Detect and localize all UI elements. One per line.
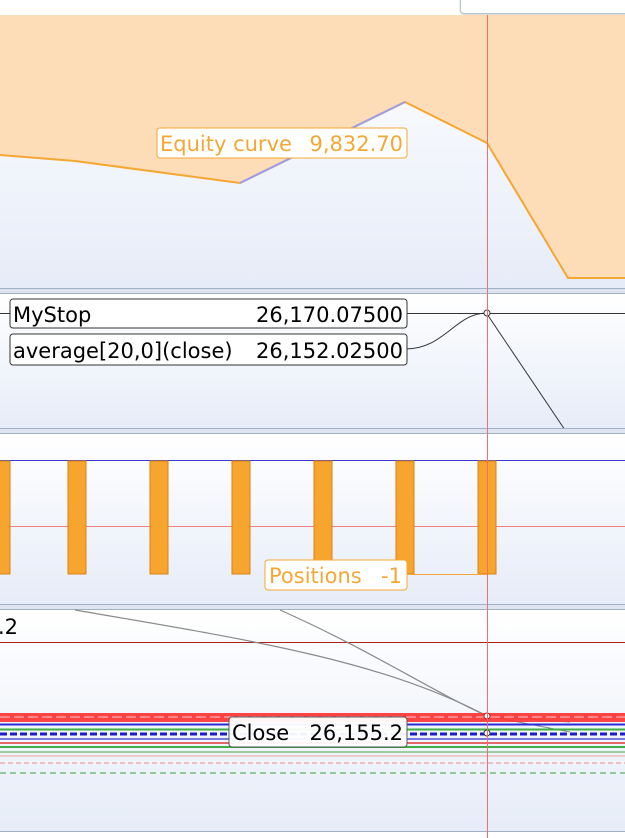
equity-pane: Equity curve 9,832.70 bbox=[0, 15, 625, 288]
close-label-value: 26,155.2 bbox=[309, 721, 403, 745]
close-label-name: Close bbox=[232, 721, 289, 745]
position-bar bbox=[313, 460, 333, 575]
position-bar bbox=[0, 460, 11, 575]
close-label: Close 26,155.2 bbox=[228, 716, 408, 748]
indicator-pane: MyStop 26,170.07500 average[20,0](close)… bbox=[0, 294, 625, 431]
mystop-label-name: MyStop bbox=[13, 303, 91, 327]
price-pane: .2 Close 26,155.2 bbox=[0, 609, 625, 832]
positions-pane: Positions -1 bbox=[0, 434, 625, 604]
positions-label-value: -1 bbox=[381, 564, 402, 588]
position-bar bbox=[67, 460, 87, 575]
mystop-label: MyStop 26,170.07500 bbox=[9, 298, 408, 329]
position-bar bbox=[149, 460, 169, 575]
equity-label-name: Equity curve bbox=[160, 132, 292, 156]
position-bar bbox=[395, 460, 415, 575]
average-label-name: average[20,0](close) bbox=[13, 339, 233, 363]
positions-label: Positions -1 bbox=[264, 559, 408, 591]
average-label-value: 26,152.02500 bbox=[256, 339, 403, 363]
chart-area: Equity curve 9,832.70 MyStop 26,170.0750… bbox=[0, 15, 625, 838]
positions-label-name: Positions bbox=[269, 564, 362, 588]
mystop-label-value: 26,170.07500 bbox=[256, 303, 403, 327]
price-partial-label: .2 bbox=[0, 615, 18, 639]
equity-label-value: 9,832.70 bbox=[309, 132, 403, 156]
position-bar bbox=[231, 460, 251, 575]
equity-label: Equity curve 9,832.70 bbox=[156, 127, 408, 159]
average-label: average[20,0](close) 26,152.02500 bbox=[9, 333, 408, 366]
